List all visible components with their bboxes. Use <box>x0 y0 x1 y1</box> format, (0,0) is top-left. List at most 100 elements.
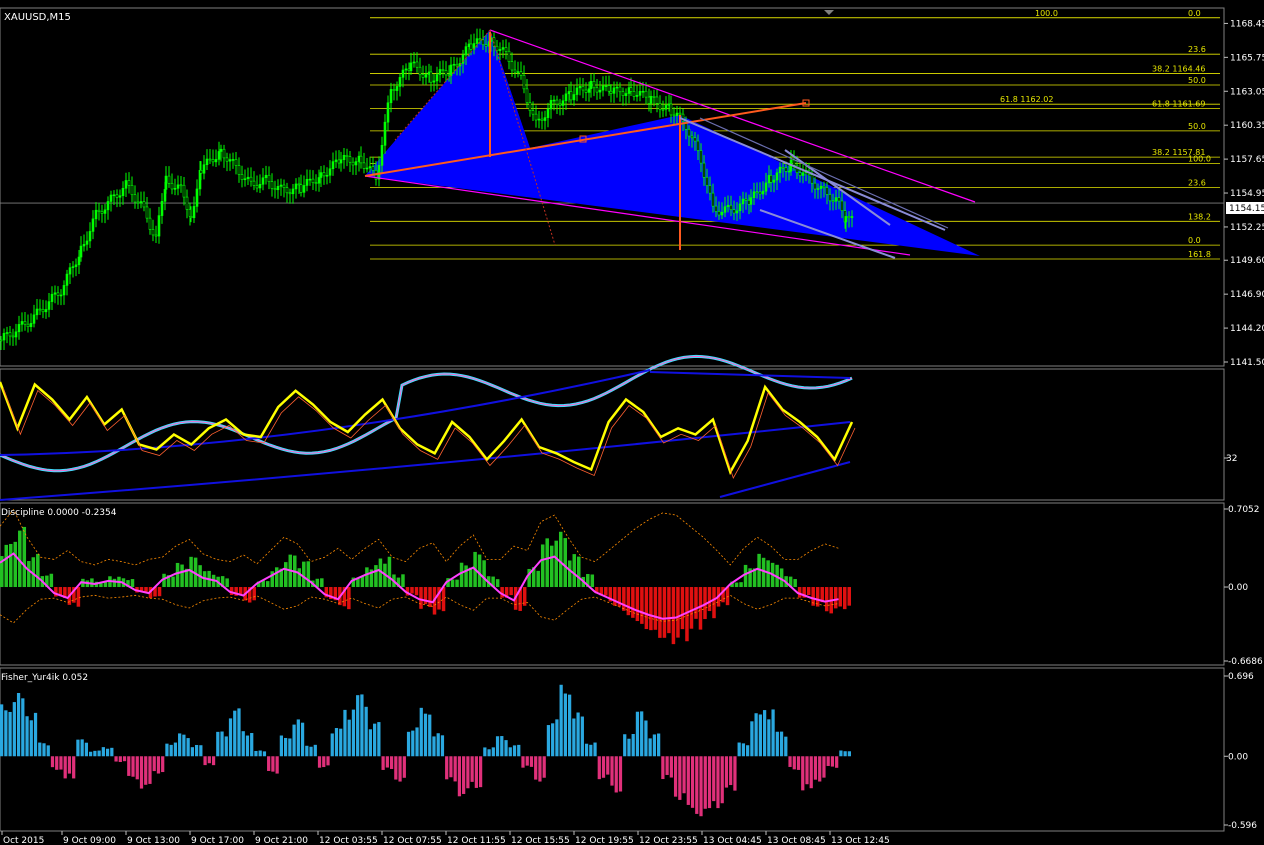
discipline-bar <box>225 578 229 588</box>
candle-body <box>14 331 18 338</box>
fisher-bar <box>699 756 703 817</box>
candle-body <box>792 159 796 166</box>
discipline-bar <box>171 576 175 588</box>
candle-body <box>558 103 562 106</box>
candle-body <box>507 50 511 62</box>
candle-body <box>461 54 465 64</box>
fisher-bar <box>254 750 258 757</box>
candle-body <box>752 191 756 198</box>
fisher-bar <box>551 723 555 757</box>
candle-body <box>612 87 616 94</box>
fisher-bar <box>682 756 686 794</box>
candle-body <box>624 93 628 96</box>
discipline-bar <box>468 567 473 588</box>
fisher-bar <box>317 756 322 768</box>
candle-body <box>531 110 535 115</box>
discipline-bar <box>558 531 563 588</box>
fisher-bar <box>25 716 29 757</box>
discipline-bar <box>22 526 27 588</box>
fisher-bar <box>707 756 712 809</box>
fisher-bar <box>296 719 300 757</box>
candle-body <box>115 194 119 198</box>
candle-body <box>412 61 416 64</box>
candle-body <box>825 187 829 195</box>
candle-body <box>23 321 27 325</box>
candle-body <box>584 89 588 93</box>
candle-body <box>798 172 802 176</box>
fisher-bar <box>512 745 517 757</box>
candle-body <box>672 114 676 117</box>
fisher-bar <box>165 743 169 757</box>
fisher-tick-label: 0.00 <box>1228 752 1248 762</box>
discipline-bar <box>743 564 748 588</box>
trading-chart[interactable]: 100.0 0.0 23.6 38.2 1164.46 50.0 61.8 1162.02… <box>0 0 1264 845</box>
discipline-bar <box>793 579 797 588</box>
fisher-bar <box>250 733 254 757</box>
candle-body <box>810 174 814 184</box>
discipline-bar <box>725 587 730 606</box>
fisher-bar <box>635 711 640 757</box>
candle-body <box>112 194 116 197</box>
fisher-bar <box>508 747 512 757</box>
discipline-bar <box>414 587 419 596</box>
candle-body <box>365 167 369 170</box>
candle-body <box>658 103 662 110</box>
candle-body <box>850 216 854 218</box>
fisher-bar <box>601 756 606 778</box>
fisher-bar <box>563 693 567 757</box>
candle-body <box>106 201 110 211</box>
candle-body <box>395 86 399 91</box>
fisher-bar <box>203 756 207 766</box>
fisher-bar <box>186 738 190 757</box>
candle-body <box>702 162 706 178</box>
candle-body <box>519 71 523 76</box>
discipline-bar <box>297 568 302 588</box>
fisher-bar <box>118 756 122 763</box>
candle-body <box>540 118 544 121</box>
fisher-bar <box>216 731 220 757</box>
discipline-bar <box>252 587 256 601</box>
fisher-bar <box>830 756 835 767</box>
discipline-bar <box>549 545 554 588</box>
discipline-bar <box>698 587 703 630</box>
fisher-bar <box>237 708 241 757</box>
candle-body <box>302 185 306 193</box>
fisher-bar <box>42 743 46 757</box>
time-tick-label: 9 Oct 17:00 <box>191 836 244 845</box>
candle-body <box>828 194 832 202</box>
discipline-bar <box>712 587 716 619</box>
fisher-bar <box>487 749 491 757</box>
candle-body <box>377 165 381 180</box>
discipline-bar <box>739 582 743 588</box>
fisher-bar <box>568 694 572 757</box>
candle-body <box>118 195 122 198</box>
candle-body <box>696 140 700 151</box>
candle-body <box>452 63 456 66</box>
candle-body <box>510 61 514 71</box>
fisher-bar <box>618 756 623 792</box>
fisher-bar <box>38 742 42 757</box>
fib-level-label: 23.6 <box>1188 178 1206 187</box>
candle-body <box>211 159 215 163</box>
candle-body <box>173 188 177 190</box>
candle-body <box>618 86 622 93</box>
candle-body <box>136 201 140 204</box>
discipline-tick-label: 0.00 <box>1228 583 1248 593</box>
candle-body <box>65 273 69 286</box>
candle-body <box>240 174 244 180</box>
candle-body <box>345 154 349 157</box>
fisher-bar <box>839 750 843 757</box>
fisher-bar <box>432 736 436 757</box>
fisher-bar <box>661 756 665 780</box>
candle-body <box>516 71 520 73</box>
discipline-bar <box>536 570 540 588</box>
fisher-bar <box>724 756 729 788</box>
candle-body <box>819 185 823 189</box>
candle-body <box>415 61 419 68</box>
fisher-bar <box>224 736 228 757</box>
candle-body <box>549 100 553 110</box>
candle-body <box>139 201 143 204</box>
fisher-bar <box>445 756 449 780</box>
candle-body <box>291 188 295 195</box>
candle-body <box>649 95 653 104</box>
